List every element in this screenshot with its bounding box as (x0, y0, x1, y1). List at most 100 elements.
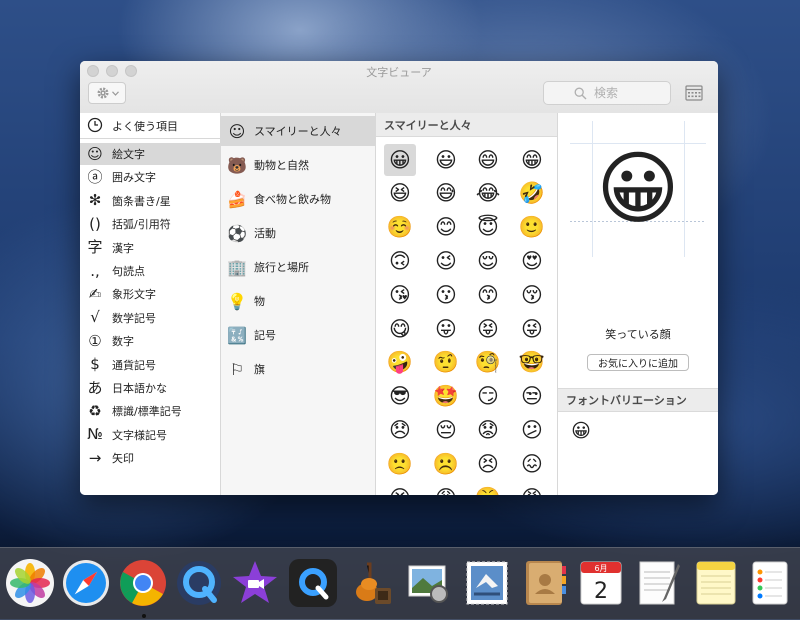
emoji-cell[interactable]: 😀 (384, 144, 416, 176)
emoji-cell[interactable]: 🤩 (430, 381, 462, 413)
emoji-category-item[interactable]: 💡 物 (221, 286, 375, 316)
emoji-cell[interactable]: 😏 (472, 381, 504, 413)
sidebar-item[interactable]: ⓐ 囲み文字 (80, 166, 220, 188)
emoji-cell[interactable]: 😇 (472, 212, 504, 244)
emoji-cell[interactable]: 🤨 (430, 347, 462, 379)
emoji-cell[interactable]: 🙃 (384, 245, 416, 277)
sidebar-item-label: よく使う項目 (112, 120, 178, 133)
imovie-icon[interactable] (230, 558, 280, 608)
sidebar-item[interactable]: → 矢印 (80, 447, 220, 469)
emoji-cell[interactable]: 🤓 (516, 347, 548, 379)
emoji-cell[interactable]: ☺️ (384, 212, 416, 244)
emoji-category-item[interactable]: 🍰 食べ物と飲み物 (221, 184, 375, 214)
quicktime-icon[interactable] (174, 558, 224, 608)
sqrt-icon: √ (90, 308, 100, 327)
emoji-cell[interactable]: 😘 (384, 279, 416, 311)
emoji-cell[interactable]: 😙 (472, 279, 504, 311)
emoji-cell[interactable]: 😣 (472, 448, 504, 480)
character-palette-toggle-button[interactable] (684, 83, 704, 103)
emoji-cell[interactable]: 😤 (472, 482, 504, 495)
emoji-cell[interactable]: 😩 (430, 482, 462, 495)
emoji-cell[interactable]: 😌 (472, 245, 504, 277)
emoji-cell[interactable]: 😎 (384, 381, 416, 413)
emoji-category-item[interactable]: 🏢 旅行と場所 (221, 252, 375, 282)
emoji-cell[interactable]: 😒 (516, 381, 548, 413)
calendar-icon[interactable]: 6月 2 (576, 558, 626, 608)
emoji-cell[interactable]: 😝 (472, 313, 504, 345)
emoji-cell[interactable]: 😠 (516, 482, 548, 495)
sidebar-item[interactable]: ✍ 象形文字 (80, 283, 220, 305)
reminders-icon[interactable] (745, 558, 795, 608)
circled-one-icon: ① (88, 331, 102, 350)
emoji-cell[interactable]: 😟 (472, 414, 504, 446)
arrow-icon: → (88, 448, 102, 467)
smiley-face-icon: ☺ (228, 121, 246, 141)
emoji-cell[interactable]: 😁 (516, 144, 548, 176)
notes-icon[interactable] (691, 558, 741, 608)
emoji-category-item[interactable]: ☺ スマイリーと人々 (221, 116, 375, 146)
emoji-cell[interactable]: 😋 (384, 313, 416, 345)
sidebar-item-label: 数学記号 (112, 311, 156, 325)
sidebar-item[interactable]: ., 句読点 (80, 260, 220, 282)
emoji-cell[interactable]: 😃 (430, 144, 462, 176)
sidebar-item[interactable]: ① 数字 (80, 330, 220, 352)
textedit-icon[interactable] (634, 558, 684, 608)
emoji-cell[interactable]: 🧐 (472, 347, 504, 379)
smiley-icon: ☺ (87, 144, 103, 163)
emoji-category-label: 活動 (254, 227, 276, 240)
emoji-category-item[interactable]: ⚐ 旗 (221, 354, 375, 384)
sidebar-item[interactable]: $ 通貨記号 (80, 354, 220, 376)
emoji-cell[interactable]: ☹️ (430, 448, 462, 480)
emoji-cell[interactable]: 🙂 (516, 212, 548, 244)
emoji-cell[interactable]: 🙁 (384, 448, 416, 480)
garageband-icon[interactable] (345, 558, 395, 608)
emoji-category-item[interactable]: 🔣 記号 (221, 320, 375, 350)
emoji-cell[interactable]: 😍 (516, 245, 548, 277)
emoji-cell[interactable]: 😅 (430, 178, 462, 210)
emoji-category-item[interactable]: 🐻 動物と自然 (221, 150, 375, 180)
sidebar-item[interactable]: ♻ 標識/標準記号 (80, 400, 220, 422)
calendar-month: 6月 (594, 564, 607, 573)
emoji-cell[interactable]: 😫 (384, 482, 416, 495)
sidebar-item[interactable]: √ 数学記号 (80, 307, 220, 329)
emoji-cell[interactable]: 🤪 (384, 347, 416, 379)
emoji-cell[interactable]: 😉 (430, 245, 462, 277)
sidebar-item-favorites[interactable]: よく使う項目 (80, 115, 220, 137)
title-bar: 文字ビューア (80, 61, 718, 114)
emoji-cell[interactable]: 😞 (384, 414, 416, 446)
emoji-cell[interactable]: 😕 (516, 414, 548, 446)
font-variation-item[interactable]: 😀 (568, 418, 594, 444)
emoji-cell[interactable]: 😛 (430, 313, 462, 345)
emoji-cell[interactable]: 😚 (516, 279, 548, 311)
emoji-cell[interactable]: 😖 (516, 448, 548, 480)
emoji-cell[interactable]: 😔 (430, 414, 462, 446)
contacts-icon[interactable] (520, 558, 570, 608)
emoji-cell[interactable]: 😜 (516, 313, 548, 345)
sidebar-item[interactable]: ☺ 絵文字 (80, 143, 220, 165)
sidebar-item[interactable]: ✻ 箇条書き/星 (80, 190, 220, 212)
add-to-favorites-button[interactable]: お気に入りに追加 (587, 354, 689, 371)
safari-icon[interactable] (61, 558, 111, 608)
sidebar-item[interactable]: () 括弧/引用符 (80, 213, 220, 235)
sidebar-item-label: 括弧/引用符 (112, 218, 171, 232)
emoji-cell[interactable]: 😄 (472, 144, 504, 176)
search-field[interactable] (543, 81, 671, 105)
emoji-cell[interactable]: 😆 (384, 178, 416, 210)
quicktime-dark-icon[interactable] (288, 558, 338, 608)
sidebar-item[interactable]: № 文字様記号 (80, 424, 220, 446)
action-menu-button[interactable] (88, 82, 126, 104)
emoji-cell[interactable]: 😗 (430, 279, 462, 311)
mail-stamp-icon[interactable] (462, 558, 512, 608)
sidebar-item[interactable]: あ日本語かな (80, 377, 220, 399)
emoji-cell[interactable]: 🤣 (516, 178, 548, 210)
emoji-category-item[interactable]: ⚽ 活動 (221, 218, 375, 248)
numero-icon: № (87, 425, 103, 444)
preview-icon[interactable] (405, 558, 455, 608)
search-icon (574, 87, 587, 100)
emoji-cell[interactable]: 😂 (472, 178, 504, 210)
search-input[interactable] (592, 85, 666, 101)
sidebar-item[interactable]: 字漢字 (80, 237, 220, 259)
photos-icon[interactable] (5, 558, 55, 608)
emoji-cell[interactable]: 😊 (430, 212, 462, 244)
chrome-icon[interactable] (118, 558, 168, 608)
